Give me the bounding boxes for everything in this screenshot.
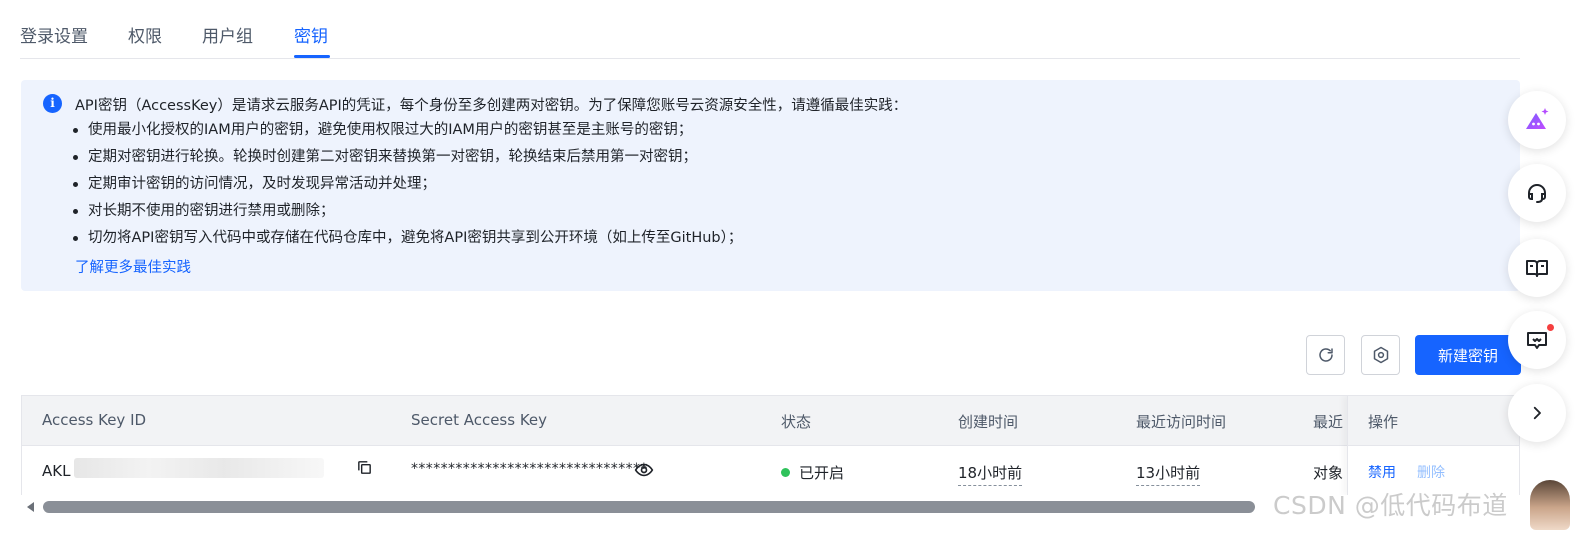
last-more-value: 对象: [1313, 464, 1344, 482]
banner-title: API密钥（AccessKey）是请求云服务API的凭证，每个身份至多创建两对密…: [75, 98, 908, 114]
access-key-id-value: AKL: [42, 462, 71, 480]
info-icon: i: [43, 94, 62, 113]
learn-more-link[interactable]: 了解更多最佳实践: [75, 256, 191, 277]
scrollbar-thumb[interactable]: [43, 501, 1255, 513]
tab-user-groups[interactable]: 用户组: [202, 22, 253, 47]
tab-keys[interactable]: 密钥: [294, 22, 328, 47]
scroll-left-icon[interactable]: [27, 502, 34, 512]
header-operations: 操作: [1368, 413, 1399, 431]
tab-bar: 登录设置 权限 用户组 密钥: [20, 0, 1520, 59]
masked-access-key: [74, 458, 324, 478]
header-last-more: 最近: [1313, 413, 1344, 431]
notification-dot: [1546, 323, 1555, 332]
tab-login-settings[interactable]: 登录设置: [20, 22, 88, 47]
info-banner: i API密钥（AccessKey）是请求云服务API的凭证，每个身份至多创建两…: [21, 80, 1520, 291]
list-item: 对长期不使用的密钥进行禁用或删除；: [73, 201, 742, 228]
list-item: 定期审计密钥的访问情况，及时发现异常活动并处理；: [73, 174, 742, 201]
status-dot: [781, 468, 790, 477]
refresh-icon: [1318, 348, 1333, 362]
headset-icon: [1528, 184, 1546, 203]
feedback-button[interactable]: [1508, 311, 1566, 369]
copy-icon[interactable]: [356, 459, 373, 480]
ai-assistant-button[interactable]: [1508, 91, 1566, 149]
list-item: 切勿将API密钥写入代码中或存储在代码仓库中，避免将API密钥共享到公开环境（如…: [73, 228, 742, 255]
delete-button: 删除: [1417, 465, 1445, 481]
gear-icon: [1373, 346, 1388, 364]
header-secret-access-key: Secret Access Key: [411, 411, 548, 429]
active-tab-indicator: [294, 55, 330, 58]
header-created-time: 创建时间: [958, 413, 1019, 431]
chevron-right-icon: [1533, 406, 1541, 420]
status-badge: 已开启: [799, 464, 845, 482]
feedback-icon: [1527, 332, 1547, 349]
header-access-key-id: Access Key ID: [42, 411, 147, 429]
last-access-time-value[interactable]: 13小时前: [1136, 462, 1201, 486]
settings-button[interactable]: [1361, 335, 1400, 375]
customer-service-button[interactable]: [1508, 164, 1566, 222]
tab-permissions[interactable]: 权限: [128, 22, 162, 47]
list-item: 定期对密钥进行轮换。轮换时创建第二对密钥来替换第一对密钥，轮换结束后禁用第一对密…: [73, 147, 742, 174]
book-icon: [1526, 260, 1548, 277]
avatar: [1530, 480, 1570, 530]
operations-column: 操作 禁用 删除: [1347, 396, 1519, 495]
expand-panel-button[interactable]: [1508, 384, 1566, 442]
status-cell: 已开启: [781, 462, 844, 483]
disable-button[interactable]: 禁用: [1368, 462, 1396, 482]
docs-button[interactable]: [1508, 239, 1566, 297]
list-item: 使用最小化授权的IAM用户的密钥，避免使用权限过大的IAM用户的密钥甚至是主账号…: [73, 120, 742, 147]
new-key-button[interactable]: 新建密钥: [1415, 335, 1521, 375]
best-practices-list: 使用最小化授权的IAM用户的密钥，避免使用权限过大的IAM用户的密钥甚至是主账号…: [73, 120, 742, 255]
watermark: CSDN @低代码布道: [1273, 491, 1508, 520]
ops-header: 操作: [1348, 396, 1519, 446]
table-header: Access Key ID Secret Access Key 状态 创建时间 …: [22, 396, 1519, 446]
created-time-value[interactable]: 18小时前: [958, 462, 1023, 486]
eye-icon[interactable]: [634, 460, 654, 484]
header-status: 状态: [781, 413, 812, 431]
header-last-access-time: 最近访问时间: [1136, 413, 1227, 431]
ai-assistant-icon: [1526, 108, 1549, 129]
refresh-button[interactable]: [1306, 335, 1345, 375]
access-key-table: Access Key ID Secret Access Key 状态 创建时间 …: [21, 395, 1520, 495]
secret-key-masked: ********************************: [411, 461, 648, 477]
